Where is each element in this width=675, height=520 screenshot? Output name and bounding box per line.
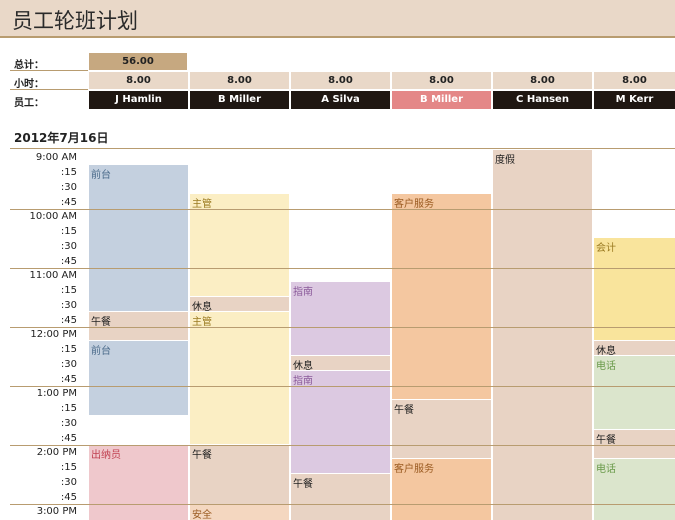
time-label: 11:00 AM (29, 270, 77, 281)
hour-divider (10, 504, 675, 505)
shift-block[interactable]: 休息 (291, 356, 390, 370)
employee-label: 员工： (14, 98, 44, 109)
shift-block[interactable]: 休息 (594, 341, 675, 355)
hour-divider (10, 445, 675, 446)
employee-header[interactable]: J Hamlin (89, 91, 188, 109)
total-value[interactable]: 56.00 (89, 53, 187, 70)
time-label: 12:00 PM (30, 329, 77, 340)
hour-divider (10, 327, 675, 328)
time-label: :45 (60, 374, 77, 385)
shift-block[interactable]: 客户服务 (392, 194, 491, 399)
shift-block[interactable]: 前台 (89, 165, 188, 311)
employee-header[interactable]: A Silva (291, 91, 390, 109)
shift-block[interactable]: 安全 (190, 505, 289, 520)
time-label: 1:00 PM (36, 388, 77, 399)
employee-header-selected[interactable]: B Miller (392, 91, 491, 109)
shift-block[interactable]: 午餐 (291, 474, 390, 520)
shift-block[interactable]: 客户服务 (392, 459, 491, 520)
total-label: 总计： (14, 60, 44, 71)
time-label: :15 (60, 167, 77, 178)
employee-header[interactable]: M Kerr (594, 91, 675, 109)
hours-label: 小时： (14, 79, 44, 90)
shift-block[interactable]: 休息 (190, 297, 289, 311)
time-label: :15 (60, 226, 77, 237)
hours-cell[interactable]: 8.00 (493, 72, 592, 89)
shift-block[interactable]: 午餐 (89, 312, 188, 340)
time-label: :30 (60, 241, 77, 252)
time-label: :15 (60, 344, 77, 355)
time-label: :15 (60, 403, 77, 414)
shift-block[interactable]: 电话 (594, 459, 675, 520)
divider (10, 70, 88, 71)
time-label: :30 (60, 300, 77, 311)
divider (10, 89, 88, 90)
shift-block[interactable]: 午餐 (594, 430, 675, 458)
time-label: 10:00 AM (29, 211, 77, 222)
time-label: 2:00 PM (36, 447, 77, 458)
time-label: :15 (60, 285, 77, 296)
hours-cell[interactable]: 8.00 (392, 72, 491, 89)
hour-divider (10, 209, 675, 210)
shift-block[interactable]: 度假 (493, 150, 592, 520)
time-label: :45 (60, 256, 77, 267)
shift-block[interactable]: 电话 (594, 356, 675, 429)
title-bar: 员工轮班计划 (0, 0, 675, 38)
hours-cell[interactable]: 8.00 (89, 72, 188, 89)
hours-cell[interactable]: 8.00 (594, 72, 675, 89)
hours-cell[interactable]: 8.00 (190, 72, 289, 89)
employee-header[interactable]: C Hansen (493, 91, 592, 109)
divider (10, 148, 675, 149)
time-label: :45 (60, 315, 77, 326)
shift-block[interactable]: 指南 (291, 282, 390, 355)
time-label: :30 (60, 359, 77, 370)
shift-block[interactable]: 出纳员 (89, 445, 188, 520)
time-label: 9:00 AM (35, 152, 77, 163)
time-label: :30 (60, 477, 77, 488)
time-label: :15 (60, 462, 77, 473)
shift-block[interactable]: 前台 (89, 341, 188, 415)
time-label: :30 (60, 418, 77, 429)
shift-block[interactable]: 午餐 (392, 400, 491, 458)
time-label: :45 (60, 492, 77, 503)
time-label: 3:00 PM (36, 506, 77, 517)
time-label: :45 (60, 197, 77, 208)
time-label: :30 (60, 182, 77, 193)
hour-divider (10, 268, 675, 269)
shift-block[interactable]: 主管 (190, 312, 289, 444)
shift-block[interactable]: 会计 (594, 238, 675, 340)
page-title: 员工轮班计划 (12, 9, 138, 33)
schedule-date: 2012年7月16日 (14, 131, 109, 145)
time-label: :45 (60, 433, 77, 444)
employee-header[interactable]: B Miller (190, 91, 289, 109)
shift-block[interactable]: 午餐 (190, 445, 289, 504)
hours-cell[interactable]: 8.00 (291, 72, 390, 89)
hour-divider (10, 386, 675, 387)
